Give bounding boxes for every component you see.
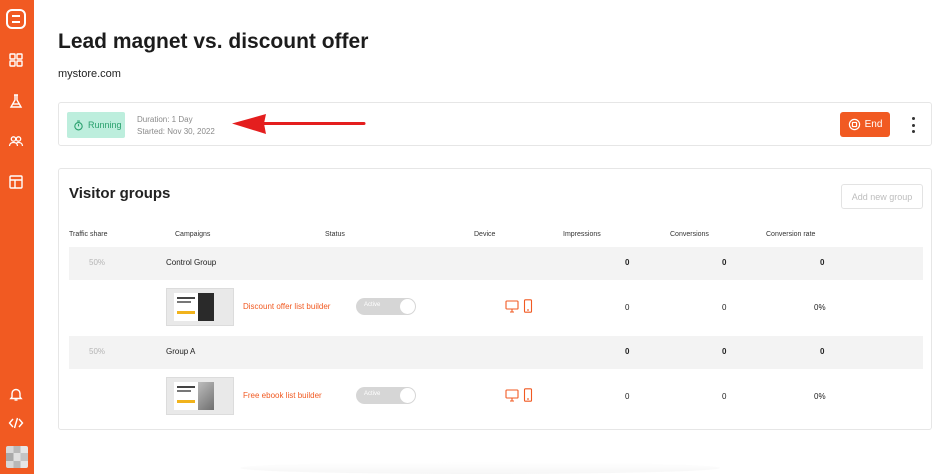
status-toggle-label: Active [364, 302, 381, 308]
column-header-traffic-share: Traffic share [69, 231, 108, 238]
campaign-impressions: 0 [625, 392, 630, 401]
end-button-label: End [864, 119, 883, 130]
group-conversion-rate: 0 [820, 347, 825, 356]
duration-info: Duration: 1 Day Started: Nov 30, 2022 [137, 114, 215, 138]
campaign-conversion-rate: 0% [814, 392, 826, 401]
desktop-icon [505, 388, 519, 402]
group-impressions: 0 [625, 258, 630, 267]
end-button[interactable]: End [840, 112, 890, 137]
page-title: Lead magnet vs. discount offer [58, 30, 369, 53]
stopwatch-icon [74, 120, 83, 130]
users-icon[interactable] [8, 133, 24, 149]
annotation-arrow-icon [232, 114, 366, 134]
started-text: Started: Nov 30, 2022 [137, 127, 215, 136]
layout-icon[interactable] [8, 174, 24, 190]
status-badge-label: Running [88, 120, 122, 130]
bell-icon[interactable] [8, 386, 24, 402]
flask-icon[interactable] [8, 93, 24, 109]
mobile-icon [521, 299, 535, 313]
campaign-row: Free ebook list builder Active 0 0 0% [69, 369, 923, 423]
status-toggle[interactable]: Active [356, 387, 416, 404]
status-toggle-label: Active [364, 391, 381, 397]
campaign-impressions: 0 [625, 303, 630, 312]
desktop-icon [505, 299, 519, 313]
group-row-control[interactable]: 50% Control Group 0 0 0 [69, 247, 923, 280]
campaign-link[interactable]: Discount offer list builder [243, 302, 330, 311]
campaign-conversion-rate: 0% [814, 303, 826, 312]
visitor-groups-panel: Visitor groups Add new group Traffic sha… [58, 168, 932, 430]
traffic-share: 50% [89, 258, 106, 267]
group-conversions: 0 [722, 258, 727, 267]
bottom-shadow [240, 462, 720, 474]
page-subtitle: mystore.com [58, 68, 121, 80]
group-conversions: 0 [722, 347, 727, 356]
sidebar [0, 0, 34, 474]
campaign-conversions: 0 [722, 303, 727, 312]
column-header-impressions: Impressions [563, 231, 601, 238]
logo-icon[interactable] [6, 9, 26, 29]
column-header-campaigns: Campaigns [175, 231, 211, 238]
code-icon[interactable] [8, 415, 24, 431]
app-root: Lead magnet vs. discount offer mystore.c… [0, 0, 936, 474]
column-header-status: Status [325, 231, 345, 238]
status-badge: Running [67, 112, 125, 138]
dashboard-icon[interactable] [8, 52, 24, 68]
column-header-conversion-rate: Conversion rate [766, 231, 816, 238]
group-name: Control Group [166, 258, 217, 267]
campaign-row: Discount offer list builder Active 0 0 0… [69, 280, 923, 334]
column-header-conversions: Conversions [670, 231, 709, 238]
stop-icon [848, 118, 860, 131]
mobile-icon [521, 388, 535, 402]
campaign-thumbnail[interactable] [166, 377, 234, 415]
group-impressions: 0 [625, 347, 630, 356]
duration-text: Duration: 1 Day [137, 115, 193, 124]
avatar[interactable] [6, 446, 28, 468]
add-new-group-button[interactable]: Add new group [841, 184, 923, 209]
campaign-conversions: 0 [722, 392, 727, 401]
more-options-icon[interactable] [907, 117, 919, 133]
campaign-link[interactable]: Free ebook list builder [243, 391, 322, 400]
traffic-share: 50% [89, 347, 106, 356]
group-conversion-rate: 0 [820, 258, 825, 267]
status-toggle[interactable]: Active [356, 298, 416, 315]
campaign-thumbnail[interactable] [166, 288, 234, 326]
group-row-a[interactable]: 50% Group A 0 0 0 [69, 336, 923, 369]
visitor-groups-title: Visitor groups [69, 185, 171, 202]
column-header-device: Device [474, 231, 496, 238]
group-name: Group A [166, 347, 196, 356]
status-bar: Running Duration: 1 Day Started: Nov 30,… [58, 102, 932, 146]
